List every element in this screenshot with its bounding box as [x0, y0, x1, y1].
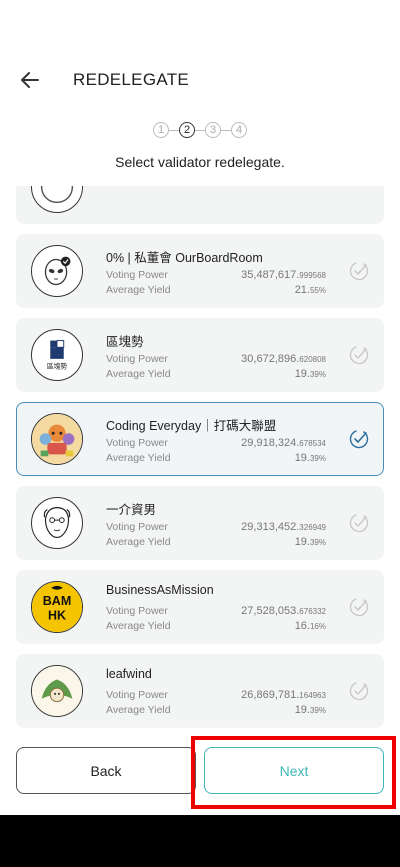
- step-1: 1: [153, 122, 169, 138]
- voting-power-label: Voting Power: [106, 269, 168, 281]
- average-yield-label: Average Yield: [106, 368, 171, 380]
- next-button[interactable]: Next: [204, 747, 384, 794]
- svg-text:區塊勢: 區塊勢: [47, 361, 67, 370]
- footer: Back Next: [0, 733, 400, 813]
- validator-card[interactable]: 0% | 私董會 OurBoardRoom Voting Power Avera…: [16, 234, 384, 308]
- validator-avatar: BAM HK: [31, 581, 83, 633]
- average-yield-label: Average Yield: [106, 284, 171, 296]
- validator-avatar: 區塊勢: [31, 329, 83, 381]
- validator-name: 區塊勢: [106, 335, 144, 349]
- voting-power-value: 35,487,617.999568: [241, 269, 326, 281]
- page-title: REDELEGATE: [73, 70, 190, 89]
- step-connector: [221, 129, 231, 131]
- validator-card[interactable]: BAM HK BusinessAsMission Voting Power Av…: [16, 570, 384, 644]
- leafwind-logo-icon: [32, 666, 82, 716]
- voting-power-value: 30,672,896.620808: [241, 353, 326, 365]
- back-arrow-icon[interactable]: [16, 66, 44, 94]
- voting-power-label: Voting Power: [106, 689, 168, 701]
- validator-card[interactable]: 區塊勢 區塊勢 Voting Power Average Yield 30,67…: [16, 318, 384, 392]
- validator-avatar: [31, 665, 83, 717]
- average-yield-value: 19.39%: [294, 368, 326, 380]
- validator-name: 一介資男: [106, 503, 157, 517]
- header: REDELEGATE: [0, 60, 400, 100]
- average-yield-value: 19.39%: [294, 536, 326, 548]
- step-3: 3: [205, 122, 221, 138]
- validator-avatar: [31, 245, 83, 297]
- step-connector: [195, 129, 205, 131]
- step-2: 2: [179, 122, 195, 138]
- svg-text:BAM: BAM: [43, 594, 71, 608]
- voting-power-label: Voting Power: [106, 353, 168, 365]
- average-yield-label: Average Yield: [106, 704, 171, 716]
- validator-card[interactable]: 一介資男 Voting Power Average Yield 29,313,4…: [16, 486, 384, 560]
- check-circle-icon[interactable]: [349, 681, 369, 701]
- average-yield-value: 21.55%: [294, 284, 326, 296]
- voting-power-label: Voting Power: [106, 521, 168, 533]
- validator-avatar: [31, 186, 83, 213]
- validator-name: BusinessAsMission: [106, 583, 214, 597]
- average-yield-label: Average Yield: [106, 620, 171, 632]
- validator-card[interactable]: [16, 186, 384, 224]
- check-circle-selected-icon[interactable]: [349, 429, 369, 449]
- validator-name: Coding Everyday｜打碼大聯盟: [106, 419, 277, 433]
- validator-card[interactable]: leafwind Voting Power Average Yield 26,8…: [16, 654, 384, 728]
- voting-power-label: Voting Power: [106, 605, 168, 617]
- system-nav-bar: [0, 815, 400, 867]
- svg-text:HK: HK: [48, 609, 66, 623]
- coding-everyday-logo-icon: [32, 414, 82, 464]
- stepper: 1 2 3 4: [0, 122, 400, 138]
- validator-name: leafwind: [106, 667, 152, 681]
- blockchain-logo-icon: 區塊勢: [47, 340, 67, 370]
- bam-hk-logo-icon: BAM HK: [32, 582, 82, 632]
- average-yield-value: 16.16%: [294, 620, 326, 632]
- check-circle-icon[interactable]: [349, 261, 369, 281]
- check-circle-icon[interactable]: [349, 597, 369, 617]
- voting-power-value: 26,869,781.164963: [241, 689, 326, 701]
- validator-list[interactable]: 0% | 私董會 OurBoardRoom Voting Power Avera…: [0, 186, 400, 739]
- check-circle-icon[interactable]: [349, 345, 369, 365]
- face-sketch-icon: [43, 507, 71, 538]
- validator-avatar: [31, 413, 83, 465]
- voting-power-value: 29,918,324.678534: [241, 437, 326, 449]
- validator-avatar: [31, 497, 83, 549]
- voting-power-label: Voting Power: [106, 437, 168, 449]
- average-yield-label: Average Yield: [106, 536, 171, 548]
- average-yield-value: 19.39%: [294, 452, 326, 464]
- voting-power-value: 27,528,053.676332: [241, 605, 326, 617]
- subtitle: Select validator redelegate.: [115, 154, 285, 170]
- validator-avatar-icon: [40, 186, 74, 204]
- average-yield-label: Average Yield: [106, 452, 171, 464]
- voting-power-value: 29,313,452.326949: [241, 521, 326, 533]
- back-button[interactable]: Back: [16, 747, 196, 794]
- check-circle-icon[interactable]: [349, 513, 369, 533]
- validator-name: 0% | 私董會 OurBoardRoom: [106, 251, 263, 265]
- alien-icon: [44, 256, 71, 286]
- validator-card-selected[interactable]: Coding Everyday｜打碼大聯盟 Voting Power Avera…: [16, 402, 384, 476]
- step-4: 4: [231, 122, 247, 138]
- average-yield-value: 19.39%: [294, 704, 326, 716]
- step-connector: [169, 129, 179, 131]
